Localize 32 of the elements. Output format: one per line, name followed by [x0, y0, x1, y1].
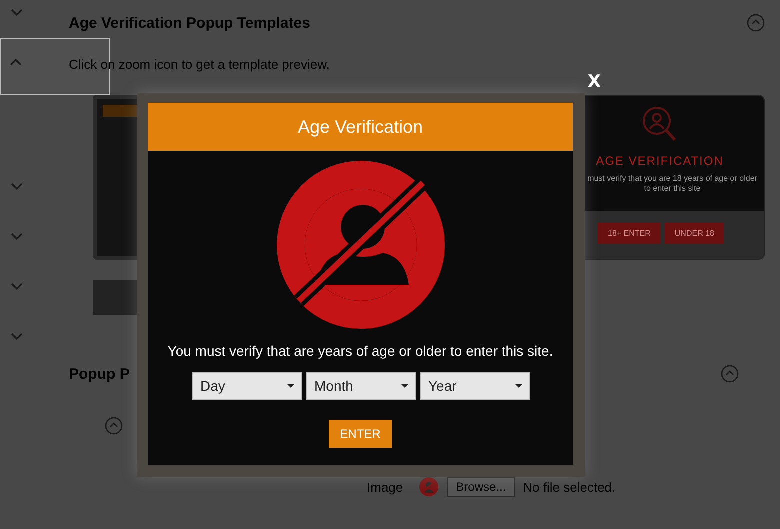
dropdown-arrow-icon: [286, 384, 294, 388]
dropdown[interactable]: Year: [420, 372, 530, 400]
dropdown-value: Year: [428, 378, 457, 394]
expand-icon[interactable]: [10, 180, 24, 192]
close-button[interactable]: X: [586, 72, 603, 92]
section-title: Age Verification Popup Templates: [69, 14, 310, 32]
dropdown-arrow-icon: [514, 384, 522, 388]
expand-icon[interactable]: [10, 330, 24, 342]
section-title: Popup P: [69, 366, 130, 382]
expand-icon[interactable]: [10, 7, 24, 18]
dropdown[interactable]: Day: [192, 372, 302, 400]
dropdown-arrow-icon: [400, 384, 408, 388]
popup-title: Age Verification: [148, 103, 573, 151]
collapse-icon[interactable]: [9, 57, 23, 68]
template-text: must verify that you are 18 years of age or older to enter this site: [586, 174, 758, 194]
dropdown-value: Month: [314, 378, 354, 394]
collapse-icon[interactable]: [747, 14, 765, 32]
popup-message: You must verify that are years of age or older to enter this site.: [168, 343, 554, 359]
no-user-icon: [276, 161, 444, 329]
template-button: UNDER 18: [664, 223, 724, 244]
dropdown-value: Day: [200, 378, 226, 394]
file-status: No file selected.: [523, 480, 616, 494]
expand-icon[interactable]: [10, 230, 24, 242]
collapse-icon[interactable]: [721, 365, 739, 383]
collapse-icon[interactable]: [105, 417, 123, 435]
expand-icon[interactable]: [10, 280, 24, 292]
magnifier-person-icon: [642, 106, 678, 142]
field-label: Image: [367, 480, 404, 494]
dropdown[interactable]: Month: [306, 372, 416, 400]
no-user-icon: [419, 477, 440, 497]
template-button: 18+ ENTER: [598, 223, 661, 244]
template-title: AGE VERIFICATION: [596, 154, 724, 168]
